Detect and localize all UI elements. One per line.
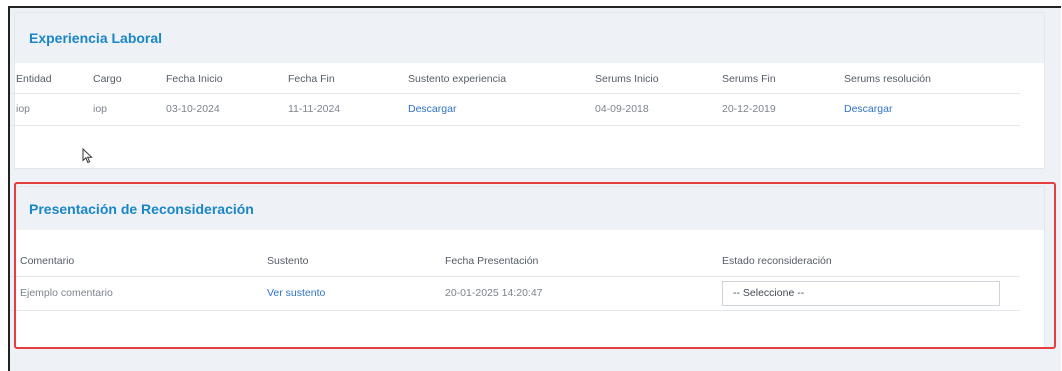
experiencia-laboral-title: Experiencia Laboral [15, 13, 1044, 63]
cell-sustento: Descargar [408, 93, 595, 126]
cell-estado: -- Seleccione -- [722, 276, 1020, 311]
col-serums-resolucion: Serums resolución [844, 66, 1020, 94]
col-fecha-fin: Fecha Fin [288, 66, 408, 94]
cell-entidad: iop [10, 93, 93, 126]
reconsideracion-table: Comentario Sustento Fecha Presentación E… [10, 246, 1020, 311]
col-sustento: Sustento [267, 246, 445, 277]
col-entidad: Entidad [10, 66, 93, 94]
descargar-sustento-link[interactable]: Descargar [408, 103, 456, 115]
col-cargo: Cargo [93, 66, 166, 94]
cell-serums-resolucion: Descargar [844, 93, 1020, 126]
table-row: iop iop 03-10-2024 11-11-2024 Descargar … [10, 93, 1020, 126]
table-header-row: Comentario Sustento Fecha Presentación E… [10, 246, 1020, 277]
cell-serums-inicio: 04-09-2018 [595, 93, 722, 126]
mouse-pointer-icon [82, 148, 93, 164]
reconsideracion-title: Presentación de Reconsideración [15, 187, 1044, 230]
cell-cargo: iop [93, 93, 166, 126]
col-fecha-presentacion: Fecha Presentación [445, 246, 722, 277]
cell-serums-fin: 20-12-2019 [722, 93, 844, 126]
cell-fecha-inicio: 03-10-2024 [166, 93, 288, 126]
col-serums-fin: Serums Fin [722, 66, 844, 94]
descargar-resolucion-link[interactable]: Descargar [844, 103, 892, 115]
ver-sustento-link[interactable]: Ver sustento [267, 287, 325, 299]
cell-comentario: Ejemplo comentario [10, 276, 267, 311]
col-sustento-experiencia: Sustento experiencia [408, 66, 595, 94]
col-serums-inicio: Serums Inicio [595, 66, 722, 94]
col-fecha-inicio: Fecha Inicio [166, 66, 288, 94]
experiencia-table: Entidad Cargo Fecha Inicio Fecha Fin Sus… [10, 66, 1020, 126]
cell-fecha-fin: 11-11-2024 [288, 93, 408, 126]
cell-sustento: Ver sustento [267, 276, 445, 311]
estado-reconsideracion-select[interactable]: -- Seleccione -- [722, 280, 1000, 306]
col-estado-reconsideracion: Estado reconsideración [722, 246, 1020, 277]
table-row: Ejemplo comentario Ver sustento 20-01-20… [10, 276, 1020, 311]
table-header-row: Entidad Cargo Fecha Inicio Fecha Fin Sus… [10, 66, 1020, 94]
col-comentario: Comentario [10, 246, 267, 277]
cell-fecha-presentacion: 20-01-2025 14:20:47 [445, 276, 722, 311]
